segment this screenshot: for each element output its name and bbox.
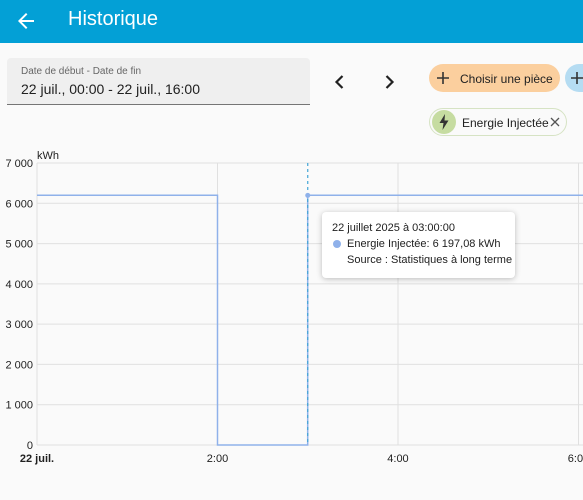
date-range-value: 22 juil., 00:00 - 22 juil., 16:00 <box>21 81 201 97</box>
lightning-icon <box>432 110 456 134</box>
x-tick-label: 4:00 <box>387 453 408 465</box>
x-tick-label: 6:00 <box>568 453 583 465</box>
plus-icon <box>571 72 583 84</box>
chart-tooltip: 22 juillet 2025 à 03:00:00 Energie Injec… <box>322 212 515 278</box>
add-target-button[interactable] <box>565 64 583 92</box>
x-tick-label: 22 juil. <box>20 453 54 465</box>
choose-room-button[interactable]: Choisir une pièce <box>429 64 560 92</box>
y-tick-label: 5 000 <box>5 239 33 251</box>
y-axis-unit: kWh <box>37 150 59 162</box>
y-tick-label: 1 000 <box>5 400 33 412</box>
page-title: Historique <box>68 8 159 30</box>
arrow-left-icon[interactable] <box>14 9 38 33</box>
tooltip-series-dot <box>333 240 341 248</box>
tooltip-title: 22 juillet 2025 à 03:00:00 <box>332 222 455 234</box>
date-range-label: Date de début - Date de fin <box>21 66 142 77</box>
x-tick-label: 2:00 <box>207 453 228 465</box>
y-tick-label: 3 000 <box>5 319 33 331</box>
history-chart[interactable]: 0 1 000 2 000 3 000 4 000 5 000 6 000 7 000 22 j… <box>0 140 583 470</box>
close-icon[interactable] <box>550 117 560 127</box>
y-tick-label: 0 <box>27 440 33 452</box>
entity-chip[interactable]: Energie Injectée <box>429 108 567 136</box>
choose-room-label: Choisir une pièce <box>460 72 553 86</box>
y-tick-label: 4 000 <box>5 279 33 291</box>
chevron-left-icon[interactable] <box>326 68 354 96</box>
tooltip-series-value: Energie Injectée: 6 197,08 kWh <box>347 238 501 250</box>
app-header: Historique <box>0 0 583 43</box>
y-tick-label: 7 000 <box>5 158 33 170</box>
chevron-right-icon[interactable] <box>375 68 403 96</box>
date-range-field[interactable]: Date de début - Date de fin 22 juil., 00… <box>7 58 310 105</box>
y-tick-label: 6 000 <box>5 198 33 210</box>
hover-point <box>305 192 311 198</box>
entity-chip-label: Energie Injectée <box>462 116 549 130</box>
y-tick-label: 2 000 <box>5 359 33 371</box>
tooltip-source: Source : Statistiques à long terme <box>347 254 513 266</box>
plus-icon <box>437 72 449 84</box>
